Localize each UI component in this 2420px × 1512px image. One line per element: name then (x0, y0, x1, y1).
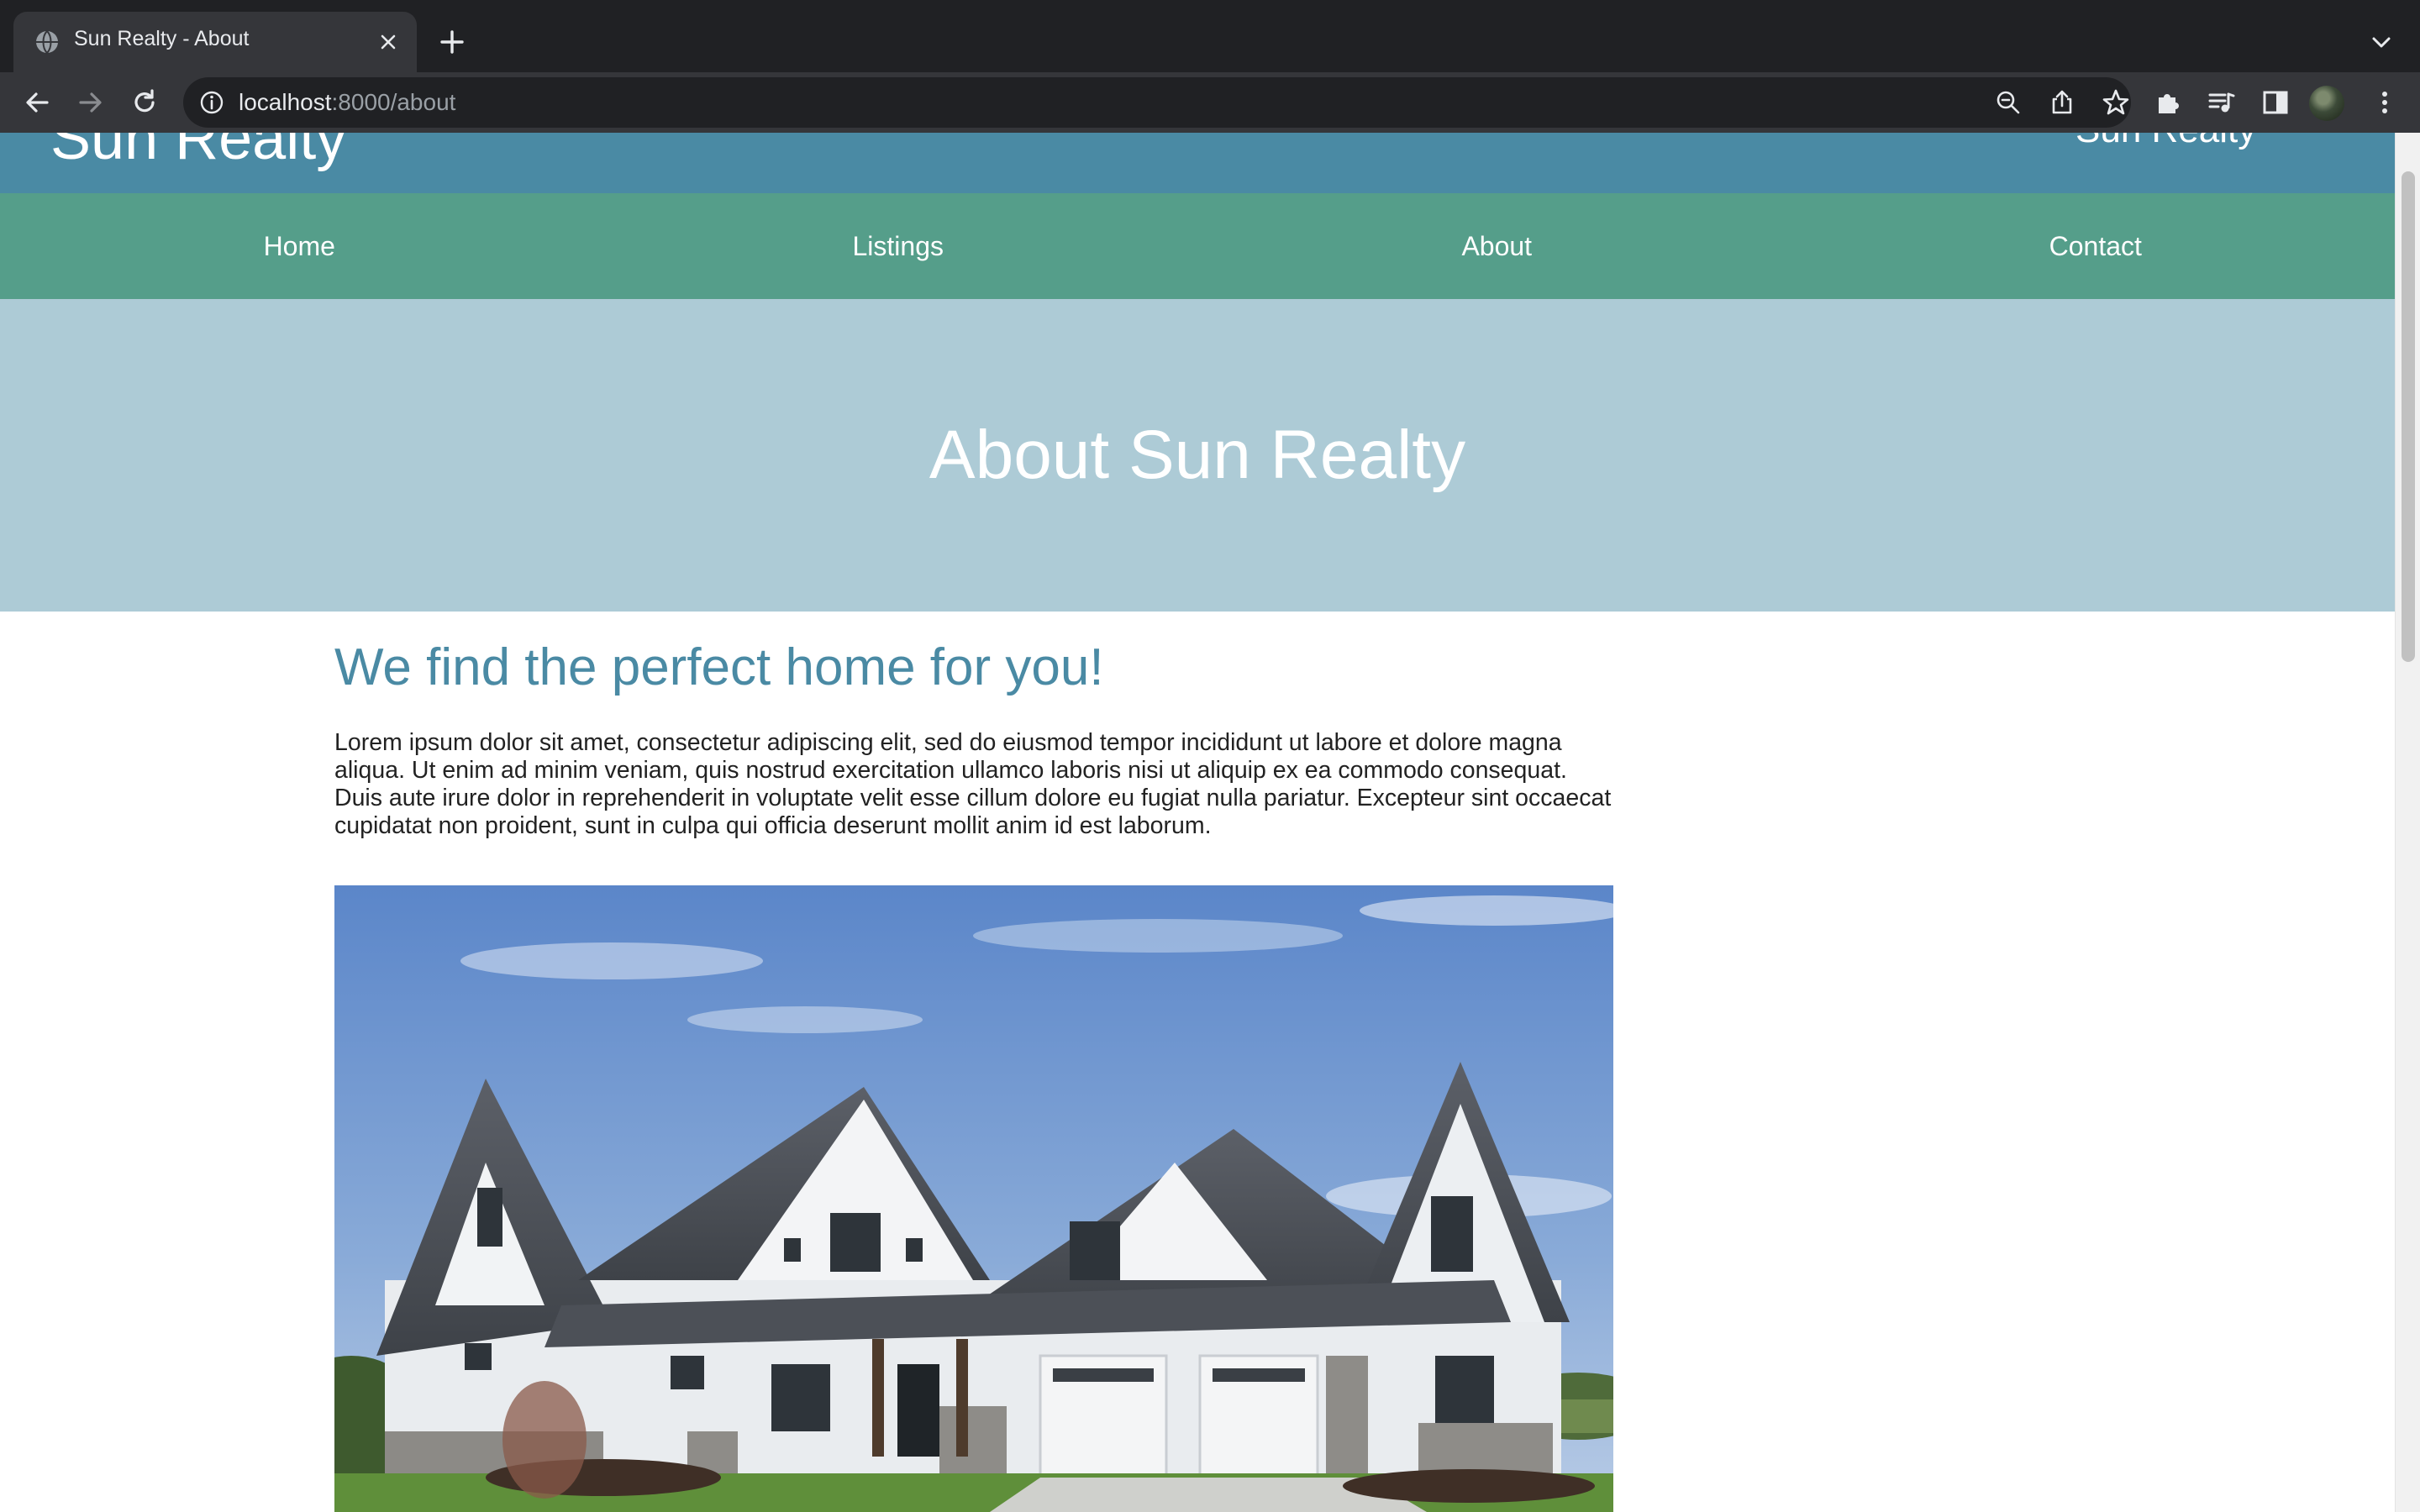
avatar[interactable] (2309, 86, 2344, 121)
nav-about[interactable]: About (1197, 193, 1797, 299)
nav-contact[interactable]: Contact (1797, 193, 2396, 299)
main-content: We find the perfect home for you! Lorem … (334, 637, 1613, 840)
browser-tab[interactable]: Sun Realty - About (13, 12, 417, 72)
media-icon[interactable] (2207, 87, 2237, 118)
page-scrollbar[interactable] (2395, 133, 2420, 1512)
site-nav: Home Listings About Contact (0, 193, 2395, 299)
site-header-right-text: Sun Realty (2075, 133, 2256, 151)
back-arrow-icon[interactable] (22, 87, 52, 118)
close-icon[interactable] (376, 30, 400, 54)
page-viewport: Sun Realty Sun Realty Home Listings Abou… (0, 133, 2395, 1512)
plus-icon[interactable] (437, 27, 467, 57)
house-photo (334, 885, 1613, 1512)
section-heading: We find the perfect home for you! (334, 638, 1104, 696)
menu-dots-icon[interactable] (2370, 87, 2400, 118)
chevron-down-icon[interactable] (2368, 30, 2395, 54)
nav-listings[interactable]: Listings (599, 193, 1198, 299)
page-title: About Sun Realty (929, 417, 1466, 493)
browser-tab-bar: Sun Realty - About (0, 0, 2420, 72)
url-path: :8000/about (331, 89, 456, 115)
tab-title: Sun Realty - About (74, 27, 250, 50)
reload-icon[interactable] (129, 87, 160, 118)
scrollbar-thumb[interactable] (2402, 171, 2415, 662)
browser-toolbar: localhost:8000/about (0, 72, 2420, 133)
address-bar[interactable]: localhost:8000/about (183, 77, 2131, 128)
forward-arrow-icon[interactable] (76, 87, 106, 118)
site-header: Sun Realty Sun Realty (0, 133, 2395, 193)
globe-icon (36, 30, 58, 54)
nav-home[interactable]: Home (0, 193, 599, 299)
star-icon[interactable] (2101, 87, 2131, 118)
share-icon[interactable] (2047, 87, 2077, 118)
side-panel-icon[interactable] (2260, 87, 2291, 118)
puzzle-icon[interactable] (2153, 87, 2183, 118)
body-paragraph: Lorem ipsum dolor sit amet, consectetur … (334, 729, 1612, 840)
zoom-icon[interactable] (1993, 87, 2023, 118)
info-icon[interactable] (198, 89, 225, 116)
hero-banner: About Sun Realty (0, 299, 2395, 612)
url-text[interactable]: localhost:8000/about (239, 89, 455, 116)
url-host: localhost (239, 89, 332, 115)
site-logo[interactable]: Sun Realty (50, 133, 346, 173)
